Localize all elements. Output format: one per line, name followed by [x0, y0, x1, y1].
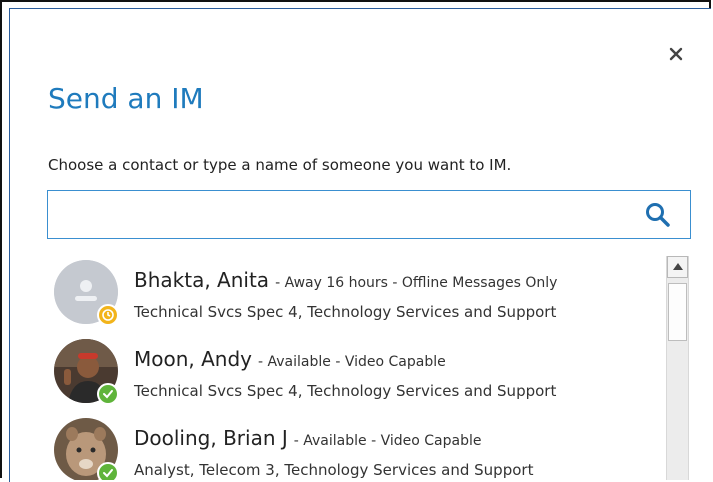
search-icon — [646, 203, 670, 227]
contact-presence: - Away 16 hours - Offline Messages Only — [275, 275, 558, 291]
contact-item[interactable]: Dooling, Brian J - Available - Video Capa… — [48, 412, 658, 480]
scroll-thumb[interactable] — [668, 283, 687, 341]
search-button[interactable] — [644, 201, 672, 229]
contact-title: Technical Svcs Spec 4, Technology Servic… — [134, 382, 557, 400]
dialog-title: Send an IM — [48, 82, 204, 115]
contact-presence: - Available - Video Capable — [293, 433, 482, 449]
available-status-badge — [97, 462, 119, 480]
search-input[interactable] — [52, 195, 636, 235]
contact-name: Moon, Andy — [134, 347, 253, 371]
scroll-up-button[interactable] — [667, 256, 688, 278]
contact-item[interactable]: Bhakta, Anita - Away 16 hours - Offline M… — [48, 254, 658, 332]
contact-presence: - Available - Video Capable — [258, 354, 446, 370]
contact-list: Bhakta, Anita - Away 16 hours - Offline M… — [48, 254, 693, 480]
contact-name: Bhakta, Anita — [134, 268, 270, 292]
contact-title: Analyst, Telecom 3, Technology Services … — [134, 461, 534, 479]
close-icon — [669, 47, 683, 61]
checkmark-icon — [103, 469, 113, 478]
away-status-badge — [97, 304, 119, 326]
contact-title: Technical Svcs Spec 4, Technology Servic… — [134, 303, 557, 321]
clock-icon — [102, 309, 114, 321]
contact-name: Dooling, Brian J — [134, 426, 288, 450]
contact-item[interactable]: Moon, Andy - Available - Video Capable Te… — [48, 333, 658, 411]
vertical-scrollbar[interactable] — [666, 256, 689, 480]
close-button[interactable] — [666, 44, 686, 64]
checkmark-icon — [103, 390, 113, 399]
search-box[interactable] — [47, 190, 691, 239]
instruction-text: Choose a contact or type a name of someo… — [48, 156, 512, 174]
available-status-badge — [97, 383, 119, 405]
